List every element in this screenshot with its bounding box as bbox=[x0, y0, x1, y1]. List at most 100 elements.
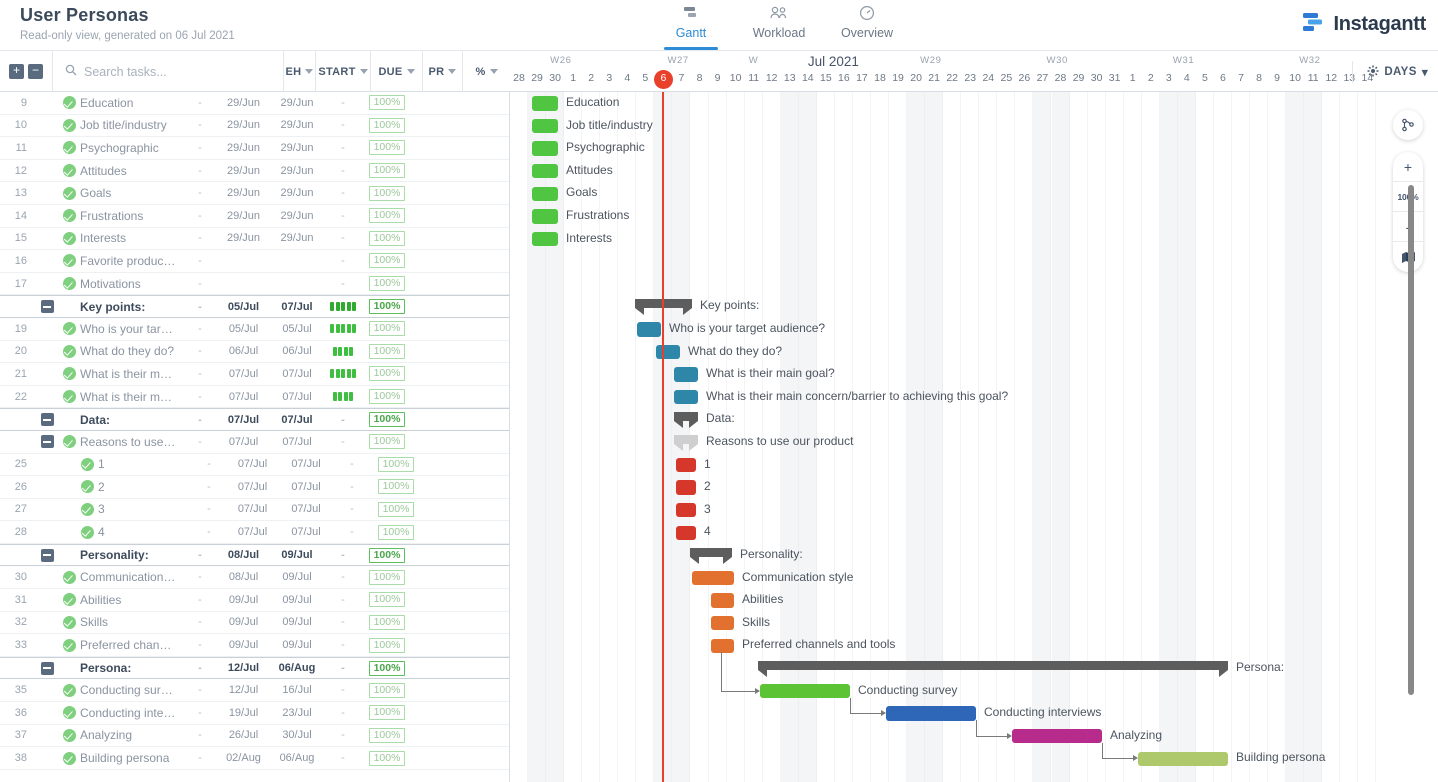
task-status[interactable] bbox=[58, 593, 80, 607]
task-status[interactable] bbox=[58, 277, 80, 291]
task-complete-icon[interactable] bbox=[62, 706, 76, 720]
vertical-scrollbar[interactable] bbox=[1408, 185, 1414, 695]
task-status[interactable] bbox=[58, 728, 80, 742]
gantt-task-bar[interactable] bbox=[1012, 728, 1102, 744]
task-status[interactable] bbox=[76, 502, 98, 516]
task-complete-icon[interactable] bbox=[62, 209, 76, 223]
task-status[interactable] bbox=[58, 570, 80, 584]
table-row[interactable]: 35 Conducting survey - 12/Jul 16/Jul - 100% bbox=[0, 679, 509, 703]
task-name[interactable]: What do they do? bbox=[80, 344, 184, 358]
task-name[interactable]: Education bbox=[80, 96, 184, 110]
task-name[interactable]: Conducting interviews bbox=[80, 706, 184, 720]
column-header-percent[interactable]: % bbox=[462, 51, 510, 92]
tab-gantt[interactable]: Gantt bbox=[660, 4, 722, 50]
gantt-task-bar[interactable] bbox=[532, 141, 558, 156]
task-name[interactable]: What is their main concern/barrie... bbox=[80, 390, 184, 404]
gantt-task-bar[interactable] bbox=[674, 367, 698, 382]
zoom-in-button[interactable]: + bbox=[1393, 152, 1423, 182]
task-status[interactable] bbox=[58, 164, 80, 178]
collapse-all-button[interactable]: − bbox=[28, 64, 43, 79]
task-name[interactable]: 4 bbox=[98, 525, 193, 539]
task-complete-icon[interactable] bbox=[62, 615, 76, 629]
table-row[interactable]: 25 1 - 07/Jul 07/Jul - 100% bbox=[0, 454, 509, 477]
task-name[interactable]: Favorite products and brands bbox=[80, 254, 184, 268]
task-status[interactable] bbox=[76, 480, 98, 494]
task-name[interactable]: 2 bbox=[98, 480, 193, 494]
table-row[interactable]: 22 What is their main concern/barrie... - 0… bbox=[0, 386, 509, 409]
table-row[interactable]: 11 Psychographic - 29/Jun 29/Jun - 100% bbox=[0, 137, 509, 160]
task-complete-icon[interactable] bbox=[62, 186, 76, 200]
table-row[interactable]: 14 Frustrations - 29/Jun 29/Jun - 100% bbox=[0, 205, 509, 228]
task-complete-icon[interactable] bbox=[62, 390, 76, 404]
gantt-summary-bar[interactable] bbox=[690, 547, 732, 564]
task-status[interactable] bbox=[58, 367, 80, 381]
table-row[interactable]: 20 What do they do? - 06/Jul 06/Jul 100% bbox=[0, 341, 509, 364]
task-complete-icon[interactable] bbox=[62, 231, 76, 245]
task-status[interactable] bbox=[58, 615, 80, 629]
column-header-eh[interactable]: EH bbox=[283, 51, 315, 92]
task-table[interactable]: 9 Education - 29/Jun 29/Jun - 100% 10 Job title/… bbox=[0, 92, 510, 782]
column-header-due[interactable]: DUE bbox=[370, 51, 422, 92]
task-complete-icon[interactable] bbox=[80, 502, 94, 516]
task-name[interactable]: Reasons to use our product bbox=[80, 435, 184, 449]
task-status[interactable] bbox=[76, 457, 98, 471]
task-complete-icon[interactable] bbox=[62, 96, 76, 110]
task-name[interactable]: Persona: bbox=[80, 661, 184, 675]
task-status[interactable] bbox=[58, 390, 80, 404]
task-complete-icon[interactable] bbox=[62, 367, 76, 381]
table-row[interactable]: 30 Communication style - 08/Jul 09/Jul - 100% bbox=[0, 566, 509, 590]
task-name[interactable]: Attitudes bbox=[80, 164, 184, 178]
task-complete-icon[interactable] bbox=[80, 525, 94, 539]
table-row[interactable]: Key points: - 05/Jul 07/Jul 100% bbox=[0, 295, 509, 318]
table-row[interactable]: Personality: - 08/Jul 09/Jul - 100% bbox=[0, 543, 509, 567]
collapse-icon[interactable] bbox=[40, 548, 54, 562]
task-status[interactable] bbox=[58, 344, 80, 358]
gantt-task-bar[interactable] bbox=[711, 593, 734, 608]
task-complete-icon[interactable] bbox=[80, 457, 94, 471]
column-header-pr[interactable]: PR bbox=[422, 51, 462, 92]
gantt-summary-bar[interactable] bbox=[758, 660, 1228, 677]
table-row[interactable]: 16 Favorite products and brands - - 100% bbox=[0, 250, 509, 273]
table-row[interactable]: 10 Job title/industry - 29/Jun 29/Jun - 100% bbox=[0, 115, 509, 138]
task-name[interactable]: Job title/industry bbox=[80, 118, 184, 132]
table-row[interactable]: 28 4 - 07/Jul 07/Jul - 100% bbox=[0, 521, 509, 544]
gantt-summary-bar[interactable] bbox=[674, 411, 698, 428]
table-row[interactable]: 9 Education - 29/Jun 29/Jun - 100% bbox=[0, 92, 509, 115]
row-collapse-toggle[interactable] bbox=[36, 661, 58, 675]
table-row[interactable]: 38 Building persona - 02/Aug 06/Aug - 100% bbox=[0, 747, 509, 770]
task-name[interactable]: Goals bbox=[80, 186, 184, 200]
task-complete-icon[interactable] bbox=[62, 435, 76, 449]
gantt-task-bar[interactable] bbox=[676, 525, 696, 541]
task-complete-icon[interactable] bbox=[62, 118, 76, 132]
table-row[interactable]: 26 2 - 07/Jul 07/Jul - 100% bbox=[0, 476, 509, 499]
table-row[interactable]: 15 Interests - 29/Jun 29/Jun - 100% bbox=[0, 228, 509, 251]
gantt-task-bar[interactable] bbox=[711, 615, 734, 631]
collapse-icon[interactable] bbox=[40, 300, 54, 314]
task-complete-icon[interactable] bbox=[62, 683, 76, 697]
task-status[interactable] bbox=[58, 209, 80, 223]
gantt-task-bar[interactable] bbox=[692, 570, 734, 586]
task-status[interactable] bbox=[58, 186, 80, 200]
dependency-icon[interactable] bbox=[1393, 110, 1423, 140]
table-row[interactable]: 33 Preferred channels and tools - 09/Jul 09/… bbox=[0, 634, 509, 657]
task-name[interactable]: What is their main goal? bbox=[80, 367, 184, 381]
task-status[interactable] bbox=[58, 118, 80, 132]
task-complete-icon[interactable] bbox=[62, 254, 76, 268]
gantt-task-bar[interactable] bbox=[532, 186, 558, 202]
task-name[interactable]: Who is your target audience? bbox=[80, 322, 184, 336]
gantt-task-bar[interactable] bbox=[532, 118, 558, 134]
task-name[interactable]: Frustrations bbox=[80, 209, 184, 223]
gantt-task-bar[interactable] bbox=[637, 322, 661, 337]
task-status[interactable] bbox=[58, 322, 80, 336]
task-status[interactable] bbox=[58, 706, 80, 720]
task-status[interactable] bbox=[58, 638, 80, 652]
task-name[interactable]: Communication style bbox=[80, 570, 184, 584]
gantt-task-bar[interactable] bbox=[532, 163, 558, 179]
task-status[interactable] bbox=[58, 96, 80, 110]
task-name[interactable]: Key points: bbox=[80, 300, 184, 314]
gantt-task-bar[interactable] bbox=[676, 480, 696, 495]
gantt-task-bar[interactable] bbox=[674, 389, 698, 405]
expand-all-button[interactable]: + bbox=[9, 64, 24, 79]
gantt-task-bar[interactable] bbox=[886, 706, 976, 721]
gantt-task-bar[interactable] bbox=[760, 683, 850, 699]
